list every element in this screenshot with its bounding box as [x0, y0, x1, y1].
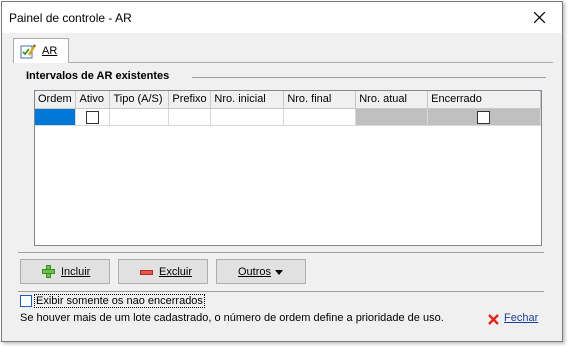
- checklist-edit-icon: [20, 44, 36, 59]
- cell-nro-atual: [355, 108, 429, 126]
- incluir-button[interactable]: Incluir: [20, 259, 110, 284]
- outros-label: Outros: [238, 266, 272, 278]
- tab-ar[interactable]: AR: [13, 38, 69, 63]
- column-header-encerrado[interactable]: Encerrado: [427, 91, 541, 109]
- info-text: Se houver mais de um lote cadastrado, o …: [20, 312, 444, 324]
- buttons-separator: [18, 252, 544, 253]
- column-header-nro-atual[interactable]: Nro. atual: [355, 91, 429, 109]
- column-header-nro-inicial[interactable]: Nro. inicial: [210, 91, 285, 109]
- options-separator: [18, 291, 544, 292]
- excluir-button[interactable]: Excluir: [118, 259, 208, 284]
- ativo-checkbox[interactable]: [86, 110, 100, 124]
- column-header-ordem[interactable]: Ordem: [35, 91, 77, 109]
- cell-prefixo[interactable]: [168, 108, 212, 126]
- tab-label: AR: [42, 45, 58, 57]
- incluir-label: Incluir: [61, 266, 91, 278]
- only-open-checkbox[interactable]: [20, 295, 32, 307]
- window-title: Painel de controle - AR: [9, 11, 132, 25]
- column-header-prefixo[interactable]: Prefixo: [168, 91, 212, 109]
- group-divider: [192, 77, 546, 78]
- close-button[interactable]: [518, 2, 562, 33]
- outros-button[interactable]: Outros: [216, 259, 306, 284]
- encerrado-checkbox: [477, 110, 491, 124]
- excluir-label: Excluir: [159, 266, 193, 278]
- title-bar: Painel de controle - AR: [2, 2, 562, 33]
- close-red-icon: [488, 314, 499, 325]
- cell-ativo[interactable]: [75, 108, 111, 126]
- grid-header-row: Ordem Ativo Tipo (A/S) Prefixo Nro. inic…: [35, 91, 541, 109]
- column-header-nro-final[interactable]: Nro. final: [283, 91, 357, 109]
- cell-nro-final[interactable]: [283, 108, 357, 126]
- cell-encerrado: [427, 108, 541, 126]
- plus-icon: [42, 265, 55, 278]
- only-open-label[interactable]: Exibir somente os nao encerrados: [34, 294, 205, 308]
- column-header-tipo[interactable]: Tipo (A/S): [109, 91, 170, 109]
- cell-nro-inicial[interactable]: [210, 108, 285, 126]
- cell-ordem[interactable]: [35, 108, 77, 126]
- table-row[interactable]: [35, 108, 541, 126]
- ar-intervals-grid[interactable]: Ordem Ativo Tipo (A/S) Prefixo Nro. inic…: [34, 90, 542, 246]
- cell-tipo[interactable]: [109, 108, 170, 126]
- close-icon: [534, 12, 545, 23]
- dropdown-arrow-icon: [275, 270, 283, 275]
- group-title: Intervalos de AR existentes: [26, 70, 174, 82]
- minus-icon: [140, 270, 153, 275]
- column-header-ativo[interactable]: Ativo: [75, 91, 111, 109]
- fechar-label: Fechar: [504, 312, 539, 324]
